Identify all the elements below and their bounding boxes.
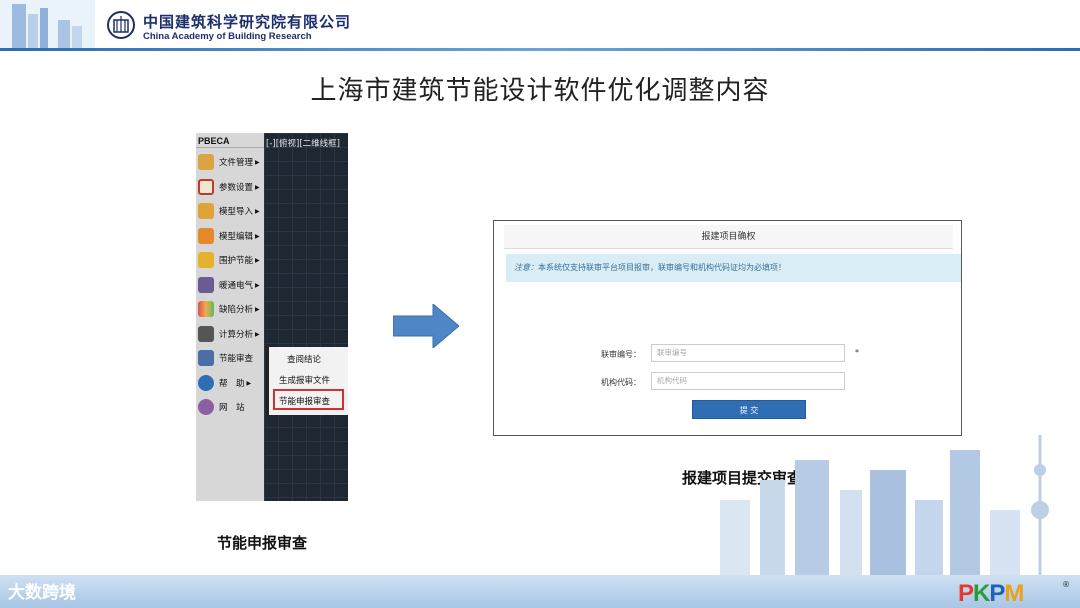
analysis-chart-icon [198, 301, 214, 317]
submenu-arrow-icon: ▶ [255, 183, 260, 191]
submenu-arrow-icon: ▶ [255, 330, 260, 338]
review-folder-icon [198, 350, 214, 366]
model-viewport[interactable]: [-][俯视][二维线框] [264, 133, 348, 501]
menu-item-envelope-energy[interactable]: 围护节能 ▶ [196, 249, 264, 271]
import-box-icon [198, 203, 214, 219]
submenu-arrow-icon: ▶ [255, 232, 260, 240]
footer-band [0, 575, 1080, 608]
folder-box-icon [198, 154, 214, 170]
menu-item-defect-analysis[interactable]: 缺陷分析 ▶ [196, 298, 264, 320]
menu-item-hvac-electrical[interactable]: 暖通电气 ▶ [196, 274, 264, 296]
notice-prefix: 注意： [514, 263, 538, 272]
hvac-icon [198, 277, 214, 293]
submit-button[interactable]: 提 交 [692, 400, 806, 419]
slide-title: 上海市建筑节能设计软件优化调整内容 [310, 76, 770, 106]
project-confirmation-dialog: 报建项目确权 注意：本系统仅支持联审平台项目报审，联审编号和机构代码证均为必填项… [493, 220, 962, 436]
registered-mark: ® [1062, 580, 1070, 589]
org-name-cn: 中国建筑科学研究院有限公司 [143, 13, 352, 31]
highlight-box [273, 389, 344, 410]
menu-divider [196, 147, 264, 148]
menu-item-model-edit[interactable]: 模型编辑 ▶ [196, 225, 264, 247]
cabr-logo-icon [107, 11, 135, 39]
dialog-title: 报建项目确权 [504, 225, 953, 249]
menu-item-website[interactable]: 网 站 [196, 396, 264, 418]
envelope-icon [198, 252, 214, 268]
caption-left: 节能申报审查 [217, 534, 308, 552]
pkpm-logo: PKPM [958, 580, 1024, 607]
notice-text: 本系统仅支持联审平台项目报审，联审编号和机构代码证均为必填项！ [538, 263, 786, 272]
header-buildings-graphic [0, 0, 95, 48]
menu-item-model-import[interactable]: 模型导入 ▶ [196, 200, 264, 222]
submenu-arrow-icon: ▶ [255, 256, 260, 264]
pbeca-software-window: PBECA 文件管理 ▶ 参数设置 ▶ 模型导入 ▶ 模型编辑 ▶ 围护节能 ▶ [196, 133, 348, 501]
watermark-brand: 大数跨境 [8, 583, 76, 603]
app-name: PBECA [198, 136, 230, 146]
joint-review-number-label: 联审编号： [601, 350, 641, 359]
city-skyline-graphic [720, 435, 1049, 580]
notice-alert: 注意：本系统仅支持联审平台项目报审，联审编号和机构代码证均为必填项！ [506, 254, 961, 282]
menu-item-calculation-analysis[interactable]: 计算分析 ▶ [196, 323, 264, 345]
org-code-input[interactable]: 机构代码 [651, 372, 845, 390]
menu-item-file-management[interactable]: 文件管理 ▶ [196, 151, 264, 173]
right-arrow-icon [393, 304, 459, 348]
energy-review-submenu: 查阅结论 生成报审文件 节能申报审查 [266, 347, 348, 415]
menu-item-help[interactable]: 帮 助 ▶ [196, 372, 264, 394]
viewport-label: [-][俯视][二维线框] [266, 139, 340, 149]
help-icon [198, 375, 214, 391]
menu-item-parameter-settings[interactable]: 参数设置 ▶ [196, 176, 264, 198]
submenu-item-generate-review-file[interactable]: 生成报审文件 [279, 374, 349, 390]
menu-item-energy-review[interactable]: 节能审查 [196, 347, 264, 369]
slide-header: 中国建筑科学研究院有限公司 China Academy of Building … [0, 0, 1080, 51]
org-code-label: 机构代码： [601, 378, 641, 387]
submenu-arrow-icon: ▶ [246, 379, 252, 387]
required-mark: * [855, 348, 859, 357]
submenu-arrow-icon: ▶ [255, 281, 260, 289]
submenu-arrow-icon: ▶ [255, 207, 260, 215]
calculate-icon [198, 326, 214, 342]
edit-pencil-icon [198, 179, 214, 195]
website-icon [198, 399, 214, 415]
submenu-item-view-conclusion[interactable]: 查阅结论 [287, 353, 357, 369]
submenu-arrow-icon: ▶ [255, 158, 260, 166]
org-name-en: China Academy of Building Research [143, 31, 312, 42]
edit-model-icon [198, 228, 214, 244]
submenu-arrow-icon: ▶ [255, 305, 260, 313]
pbeca-side-menu: PBECA 文件管理 ▶ 参数设置 ▶ 模型导入 ▶ 模型编辑 ▶ 围护节能 ▶ [196, 133, 264, 501]
joint-review-number-input[interactable]: 联审编号 [651, 344, 845, 362]
header-divider [0, 48, 1080, 51]
